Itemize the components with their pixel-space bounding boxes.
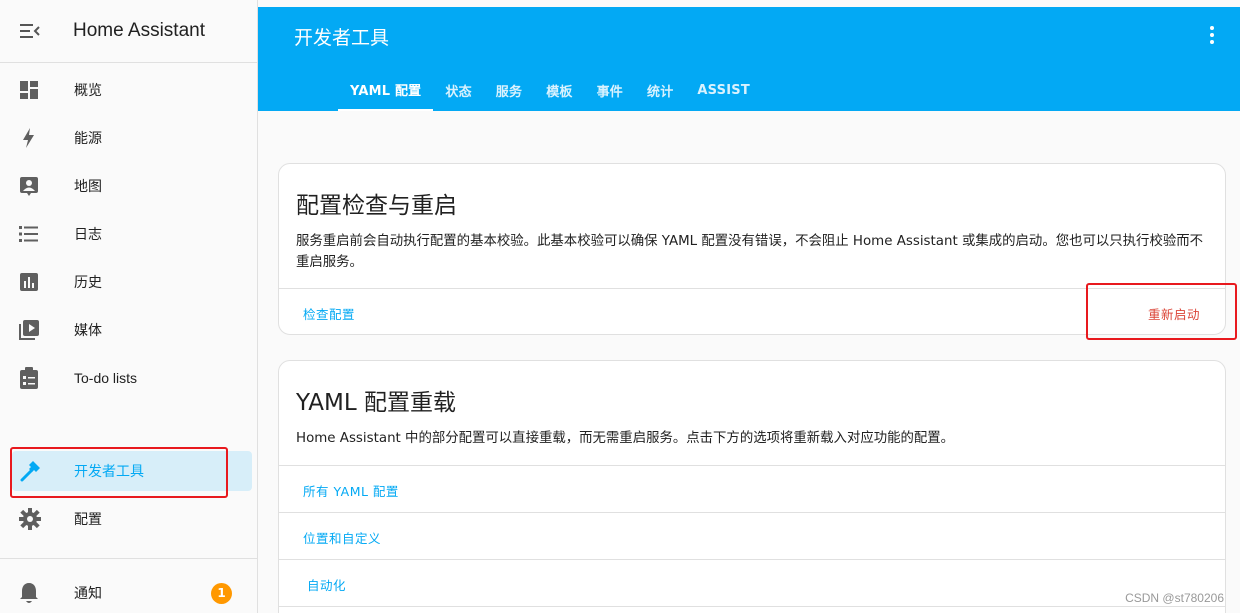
sidebar-item-media[interactable]: 媒体 — [12, 310, 252, 350]
more-vert-icon[interactable] — [1209, 25, 1215, 49]
sidebar-item-label: 地图 — [74, 179, 102, 195]
sidebar-item-label: 配置 — [74, 512, 102, 528]
card-divider — [279, 606, 1225, 607]
list-icon — [12, 225, 48, 243]
card-divider — [279, 465, 1225, 466]
sidebar-item-logbook[interactable]: 日志 — [12, 214, 252, 254]
sidebar-item-energy[interactable]: 能源 — [12, 118, 252, 158]
gear-icon — [12, 508, 48, 530]
sidebar-item-label: To-do lists — [74, 370, 138, 386]
map-account-icon — [12, 176, 48, 196]
card-divider — [279, 559, 1225, 560]
yaml-reload-card: YAML 配置重载 Home Assistant 中的部分配置可以直接重载，而无… — [278, 360, 1226, 613]
menu-collapse-icon[interactable] — [0, 0, 60, 63]
tab-yaml[interactable]: YAML 配置 — [338, 69, 434, 111]
tab-bar: YAML 配置 状态 服务 模板 事件 统计 ASSIST — [338, 69, 762, 111]
hammer-icon — [12, 460, 48, 482]
sidebar-item-history[interactable]: 历史 — [12, 262, 252, 302]
media-play-icon — [12, 320, 48, 340]
tab-events[interactable]: 事件 — [585, 69, 635, 111]
sidebar-item-todo[interactable]: To-do lists — [12, 358, 252, 398]
sidebar-header: Home Assistant — [0, 0, 257, 63]
sidebar-item-settings[interactable]: 配置 — [12, 499, 252, 539]
sidebar-item-developer-tools[interactable]: 开发者工具 — [12, 451, 252, 491]
sidebar-divider — [0, 558, 257, 559]
page-title: 开发者工具 — [294, 27, 390, 49]
tab-template[interactable]: 模板 — [534, 69, 584, 111]
sidebar: Home Assistant 概览 能源 地图 日志 历史 媒体 To-do l… — [0, 0, 258, 613]
sidebar-item-map[interactable]: 地图 — [12, 166, 252, 206]
restart-button[interactable]: 重新启动 — [1148, 304, 1200, 323]
app-title: Home Assistant — [73, 20, 205, 41]
reload-all-yaml-button[interactable]: 所有 YAML 配置 — [303, 481, 399, 500]
dashboard-icon — [12, 80, 48, 100]
sidebar-item-label: 概览 — [74, 83, 102, 99]
sidebar-item-overview[interactable]: 概览 — [12, 70, 252, 110]
bell-icon — [12, 582, 48, 604]
chart-bar-icon — [12, 272, 48, 292]
lightning-icon — [12, 127, 48, 149]
card-divider — [279, 512, 1225, 513]
card-description: 服务重启前会自动执行配置的基本校验。此基本校验可以确保 YAML 配置没有错误，… — [296, 234, 1204, 270]
watermark: CSDN @st780206 — [1125, 591, 1224, 605]
tab-states[interactable]: 状态 — [433, 69, 483, 111]
reload-location-customize-button[interactable]: 位置和自定义 — [303, 528, 381, 547]
notification-count-badge: 1 — [211, 582, 232, 604]
sidebar-item-label: 日志 — [74, 227, 102, 243]
card-title: YAML 配置重载 — [296, 390, 456, 416]
sidebar-item-notifications[interactable]: 通知 1 — [12, 573, 252, 613]
tab-assist[interactable]: ASSIST — [685, 69, 761, 111]
reload-automation-button[interactable]: 自动化 — [307, 575, 346, 594]
sidebar-item-label: 通知 — [74, 586, 102, 602]
tab-statistics[interactable]: 统计 — [635, 69, 685, 111]
check-config-button[interactable]: 检查配置 — [303, 304, 355, 323]
clipboard-list-icon — [12, 367, 48, 389]
top-app-bar: 开发者工具 YAML 配置 状态 服务 模板 事件 统计 ASSIST — [258, 7, 1240, 111]
tab-services[interactable]: 服务 — [484, 69, 534, 111]
sidebar-item-label: 历史 — [74, 275, 102, 291]
card-divider — [279, 288, 1225, 289]
card-title: 配置检查与重启 — [296, 193, 457, 219]
sidebar-item-label: 开发者工具 — [74, 464, 144, 480]
sidebar-item-label: 媒体 — [74, 323, 102, 339]
sidebar-item-label: 能源 — [74, 131, 102, 147]
card-description: Home Assistant 中的部分配置可以直接重载，而无需重启服务。点击下方… — [296, 431, 955, 446]
config-check-card: 配置检查与重启 服务重启前会自动执行配置的基本校验。此基本校验可以确保 YAML… — [278, 163, 1226, 335]
